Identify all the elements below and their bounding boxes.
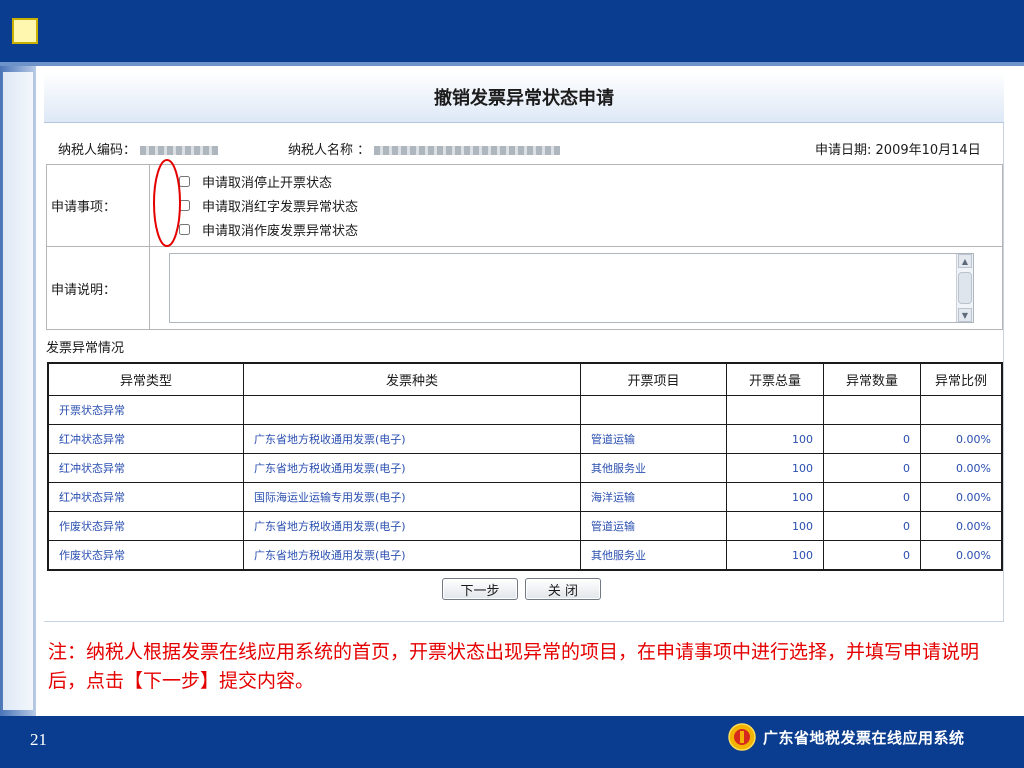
scroll-down-arrow-icon[interactable]: ▼ [958, 308, 972, 322]
slide-left-strip-inner [3, 72, 33, 710]
next-step-button[interactable]: 下一步 [442, 578, 518, 600]
table-header-cell: 开票总量 [726, 362, 824, 396]
taxpayer-name-field: 纳税人名称 ： [288, 139, 561, 158]
scroll-thumb[interactable] [958, 272, 972, 304]
table-cell-total: 100 [726, 424, 824, 454]
table-cell-type[interactable]: 红冲状态异常 [47, 482, 244, 512]
close-button[interactable]: 关 闭 [525, 578, 601, 600]
table-cell-total: 100 [726, 540, 824, 571]
description-textarea[interactable] [170, 254, 957, 322]
item-option-2: 申请取消红字发票异常状态 [151, 194, 1001, 218]
item-label-stop-invoicing: 申请取消停止开票状态 [202, 176, 333, 191]
item-option-3: 申请取消作废发票异常状态 [151, 218, 1001, 242]
instruction-note: 注：纳税人根据发票在线应用系统的首页，开票状态出现异常的项目，在申请事项中进行选… [48, 641, 980, 692]
description-label: 申请说明： [46, 246, 150, 330]
table-cell-total: 100 [726, 482, 824, 512]
table-row: 红冲状态异常 广东省地方税收通用发票(电子) 管道运输 100 0 0.00% [47, 424, 1003, 454]
application-form-grid: 申请事项： 申请取消停止开票状态 申请取消红字发票异常状态 申请取消作废发票异常… [46, 164, 1003, 330]
form-header: 撤销发票异常状态申请 [44, 72, 1004, 123]
table-cell-invoice-kind[interactable]: 广东省地方税收通用发票(电子) [243, 511, 581, 541]
table-row: 作废状态异常 广东省地方税收通用发票(电子) 管道运输 100 0 0.00% [47, 511, 1003, 541]
table-header-row: 异常类型 发票种类 开票项目 开票总量 异常数量 异常比例 [47, 362, 1003, 396]
table-header-cell: 发票种类 [243, 362, 581, 396]
table-row: 开票状态异常 [47, 395, 1003, 425]
tax-bureau-emblem-icon [728, 723, 756, 751]
table-cell-invoice-kind[interactable]: 广东省地方税收通用发票(电子) [243, 540, 581, 571]
item-label-red-invoice: 申请取消红字发票异常状态 [202, 200, 359, 215]
table-cell-type[interactable]: 开票状态异常 [47, 395, 244, 425]
table-cell-item[interactable]: 管道运输 [580, 424, 727, 454]
apply-date-value: 2009年10月14日 [875, 143, 981, 158]
table-cell-total [726, 395, 824, 425]
table-cell-abnormal-count: 0 [823, 482, 921, 512]
table-cell-abnormal-count [823, 395, 921, 425]
brand-name: 广东省地税发票在线应用系统 [763, 728, 965, 747]
table-cell-ratio: 0.00% [920, 511, 1003, 541]
description-scrollbar[interactable]: ▲ ▼ [956, 254, 973, 322]
table-cell-item[interactable]: 其他服务业 [580, 540, 727, 571]
table-cell-ratio: 0.00% [920, 424, 1003, 454]
table-cell-item[interactable]: 海洋运输 [580, 482, 727, 512]
table-cell-type[interactable]: 红冲状态异常 [47, 453, 244, 483]
table-cell-item[interactable]: 其他服务业 [580, 453, 727, 483]
taxpayer-id-label: 纳税人编码： [58, 143, 137, 158]
table-header-cell: 开票项目 [580, 362, 727, 396]
table-header-cell: 异常比例 [920, 362, 1003, 396]
description-box: ▲ ▼ [169, 253, 974, 323]
table-cell-item[interactable]: 管道运输 [580, 511, 727, 541]
abnormal-table: 异常类型 发票种类 开票项目 开票总量 异常数量 异常比例 开票状态异常 红冲状… [47, 362, 1003, 571]
slide-top-bar [0, 0, 1024, 62]
table-cell-invoice-kind[interactable]: 广东省地方税收通用发票(电子) [243, 424, 581, 454]
table-cell-ratio: 0.00% [920, 540, 1003, 571]
taxpayer-id-value-redacted [140, 146, 219, 155]
table-header-cell: 异常数量 [823, 362, 921, 396]
scroll-up-arrow-icon[interactable]: ▲ [958, 254, 972, 268]
table-cell-type[interactable]: 作废状态异常 [47, 511, 244, 541]
brand-block: 广东省地税发票在线应用系统 [727, 722, 965, 752]
table-cell-ratio [920, 395, 1003, 425]
table-cell-type[interactable]: 红冲状态异常 [47, 424, 244, 454]
table-cell-item [580, 395, 727, 425]
table-cell-invoice-kind[interactable]: 广东省地方税收通用发票(电子) [243, 453, 581, 483]
apply-date-label: 申请日期: [815, 143, 872, 158]
items-row: 申请事项： 申请取消停止开票状态 申请取消红字发票异常状态 申请取消作废发票异常… [46, 164, 1003, 247]
slide-top-line [0, 62, 1024, 66]
highlight-oval-annotation [153, 159, 181, 247]
table-header-cell: 异常类型 [47, 362, 244, 396]
table-row: 作废状态异常 广东省地方税收通用发票(电子) 其他服务业 100 0 0.00% [47, 540, 1003, 571]
taxpayer-id-field: 纳税人编码： [58, 139, 219, 158]
items-cell: 申请取消停止开票状态 申请取消红字发票异常状态 申请取消作废发票异常状态 [149, 164, 1003, 247]
apply-date-field: 申请日期: 2009年10月14日 [815, 139, 981, 158]
slide-bullet-square [12, 18, 38, 44]
table-cell-invoice-kind[interactable]: 国际海运业运输专用发票(电子) [243, 482, 581, 512]
table-cell-abnormal-count: 0 [823, 511, 921, 541]
table-cell-ratio: 0.00% [920, 482, 1003, 512]
table-cell-invoice-kind [243, 395, 581, 425]
description-cell: ▲ ▼ [149, 246, 1003, 330]
taxpayer-name-label: 纳税人名称 ： [288, 143, 371, 158]
slide-page-number: 21 [30, 730, 47, 749]
table-cell-total: 100 [726, 511, 824, 541]
table-cell-type[interactable]: 作废状态异常 [47, 540, 244, 571]
form-title: 撤销发票异常状态申请 [434, 88, 614, 109]
table-cell-total: 100 [726, 453, 824, 483]
abnormal-section-title: 发票异常情况 [46, 341, 125, 356]
items-label: 申请事项： [46, 164, 150, 247]
item-option-1: 申请取消停止开票状态 [151, 170, 1001, 194]
taxpayer-name-value-redacted [374, 146, 561, 155]
table-row: 红冲状态异常 国际海运业运输专用发票(电子) 海洋运输 100 0 0.00% [47, 482, 1003, 512]
table-cell-abnormal-count: 0 [823, 540, 921, 571]
table-cell-abnormal-count: 0 [823, 424, 921, 454]
table-cell-ratio: 0.00% [920, 453, 1003, 483]
table-cell-abnormal-count: 0 [823, 453, 921, 483]
table-row: 红冲状态异常 广东省地方税收通用发票(电子) 其他服务业 100 0 0.00% [47, 453, 1003, 483]
item-label-void-invoice: 申请取消作废发票异常状态 [202, 224, 359, 239]
description-row: 申请说明： ▲ ▼ [46, 246, 1003, 330]
